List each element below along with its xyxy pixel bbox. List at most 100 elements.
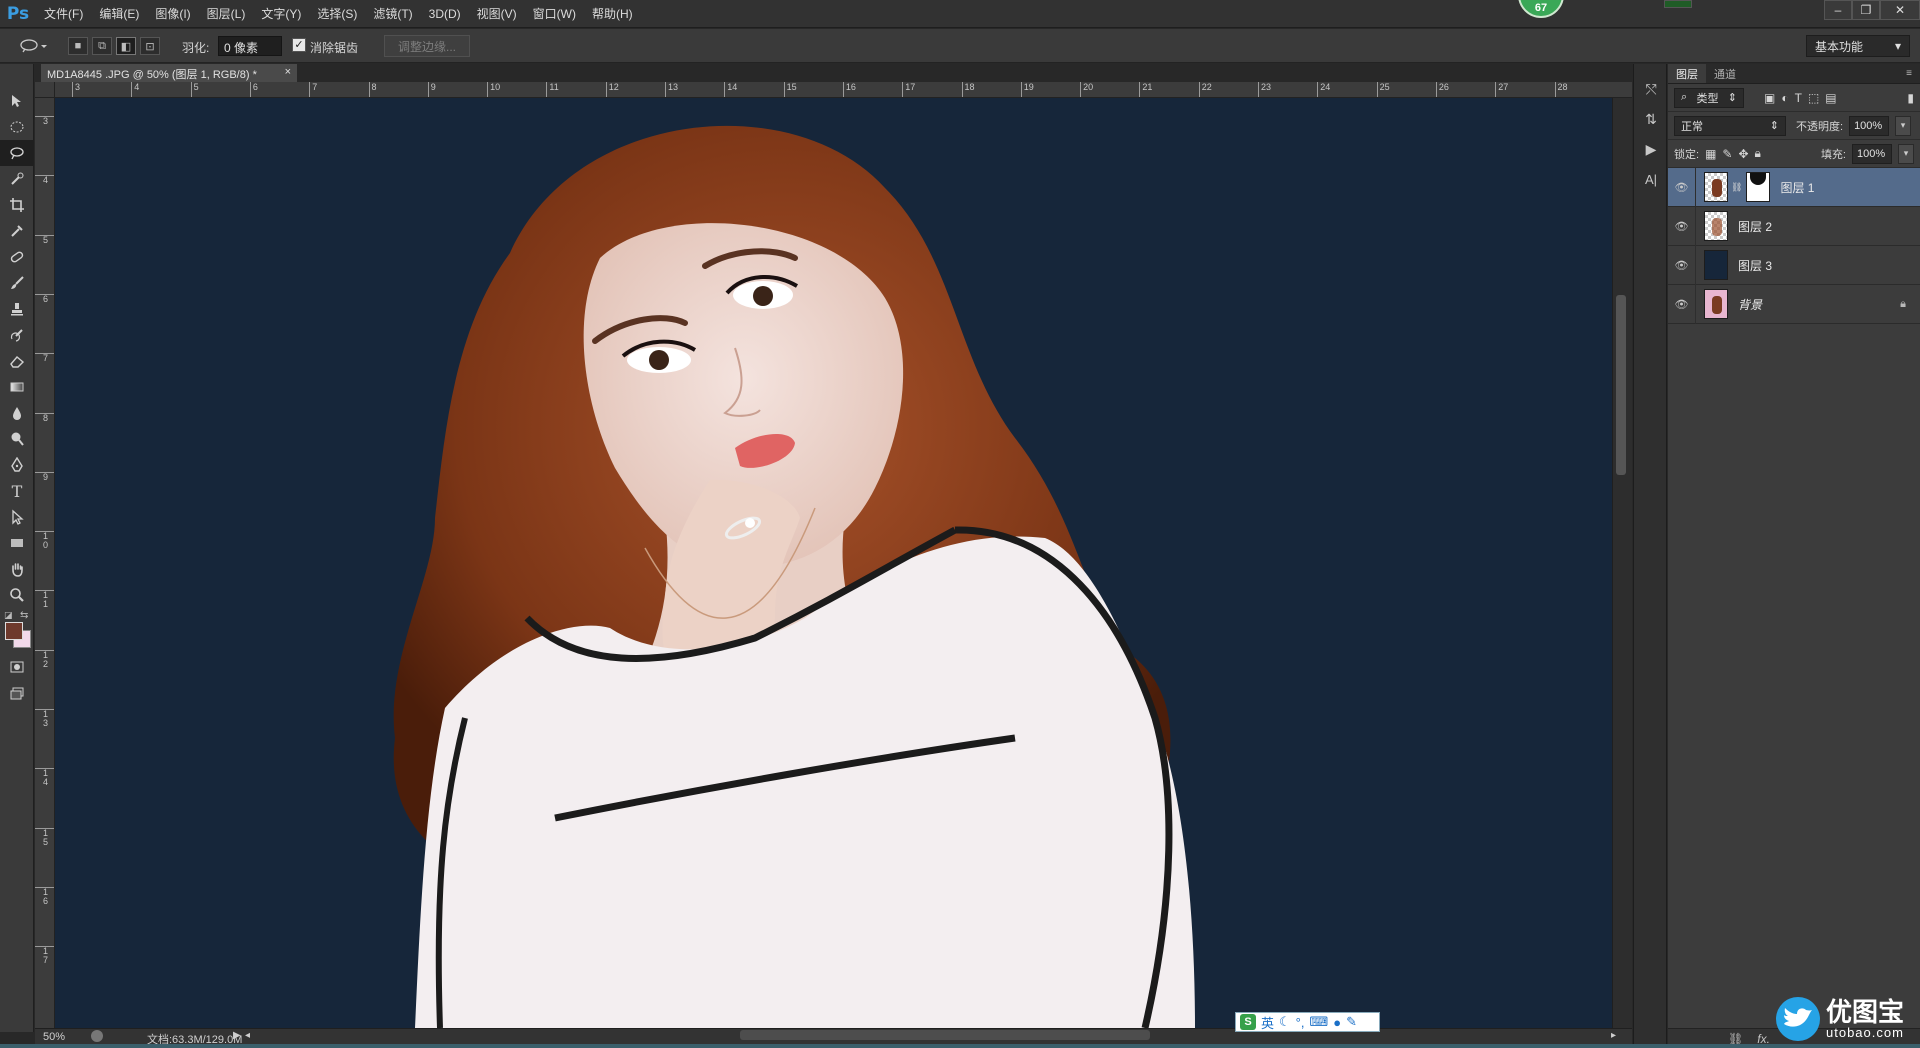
layer-name[interactable]: 图层 3 (1738, 257, 1772, 274)
lock-transparency-icon[interactable]: ▦ (1705, 147, 1716, 161)
close-tab-icon[interactable]: × (285, 66, 291, 80)
actions-panel-icon[interactable]: ▶ (1634, 134, 1668, 164)
zoom-level[interactable]: 50% (43, 1031, 65, 1043)
lasso-tool-icon[interactable] (0, 140, 34, 166)
layer-row-layer3[interactable]: 👁︎ 图层 3 (1668, 245, 1920, 285)
menu-filter[interactable]: 滤镜(T) (365, 5, 420, 22)
fill-dropdown-icon[interactable]: ▾ (1898, 143, 1914, 164)
menu-3d[interactable]: 3D(D) (421, 7, 469, 21)
ime-toolbar[interactable]: S 英 ☾ °, ⌨ ● ✎ (1235, 1012, 1380, 1032)
menu-image[interactable]: 图像(I) (147, 5, 198, 22)
swap-colors-icon[interactable]: ⇆ (20, 610, 28, 621)
layer-row-background[interactable]: 👁︎ 背景 🔒︎ (1668, 284, 1920, 324)
blur-tool-icon[interactable] (0, 400, 34, 426)
zoom-tool-icon[interactable] (0, 582, 34, 608)
eraser-tool-icon[interactable] (0, 348, 34, 374)
wrench-icon[interactable]: ✎ (1346, 1014, 1357, 1030)
vertical-ruler[interactable]: 3 4 5 6 7 8 9 1 0 1 1 1 2 1 3 1 4 1 5 1 6 1 7 (35, 98, 55, 1028)
vertical-scrollbar[interactable] (1612, 98, 1632, 1028)
keyboard-icon[interactable]: ⌨ (1309, 1014, 1328, 1030)
hand-tool-icon[interactable] (0, 556, 34, 582)
opacity-input[interactable]: 100% (1849, 115, 1890, 136)
clone-stamp-tool-icon[interactable] (0, 296, 34, 322)
rectangle-tool-icon[interactable] (0, 530, 34, 556)
layer-row-layer1[interactable]: 👁︎ ⛓ 图层 1 (1668, 167, 1920, 207)
lock-all-icon[interactable]: 🔒︎ (1755, 146, 1761, 161)
status-menu-arrow-icon[interactable]: ▶ (233, 1030, 241, 1041)
minimize-button[interactable]: – (1824, 0, 1852, 20)
visibility-eye-icon[interactable]: 👁︎ (1668, 284, 1696, 324)
refine-edge-button[interactable]: 调整边缘... (384, 35, 470, 57)
eyedropper-tool-icon[interactable] (0, 218, 34, 244)
new-selection-button[interactable]: ■ (68, 37, 88, 55)
lock-position-icon[interactable]: ✥ (1738, 147, 1748, 161)
screen-mode-icon[interactable] (0, 680, 34, 706)
move-tool-icon[interactable] (0, 88, 34, 114)
ime-mode[interactable]: 英 (1261, 1013, 1274, 1032)
properties-panel-icon[interactable]: ⇅ (1634, 104, 1668, 134)
menu-type[interactable]: 文字(Y) (253, 5, 309, 22)
dodge-tool-icon[interactable] (0, 426, 34, 452)
menu-view[interactable]: 视图(V) (469, 5, 525, 22)
intersect-selection-button[interactable]: ⊡ (140, 37, 160, 55)
fill-input[interactable]: 100% (1852, 143, 1892, 164)
history-panel-icon[interactable]: ⤲ (1634, 74, 1668, 104)
mask-link-icon[interactable]: ⛓ (1731, 182, 1742, 193)
layer-name[interactable]: 背景 (1738, 296, 1762, 313)
panel-menu-icon[interactable]: ≡ (1906, 68, 1912, 79)
ruler-origin[interactable] (35, 82, 55, 98)
smart-object-filter-icon[interactable]: ▤ (1825, 91, 1836, 105)
visibility-eye-icon[interactable]: 👁︎ (1668, 206, 1696, 246)
menu-file[interactable]: 文件(F) (36, 5, 91, 22)
brush-tool-icon[interactable] (0, 270, 34, 296)
feather-input[interactable]: 0 像素 (218, 36, 282, 56)
tab-layers[interactable]: 图层 (1668, 64, 1706, 83)
filter-toggle-icon[interactable]: ▮ (1907, 91, 1914, 105)
subtract-selection-button[interactable]: ◧ (116, 37, 136, 55)
menu-help[interactable]: 帮助(H) (584, 5, 641, 22)
document-canvas[interactable] (55, 98, 1612, 1028)
pen-tool-icon[interactable] (0, 452, 34, 478)
restore-button[interactable]: ❐ (1852, 0, 1880, 20)
scroll-right-arrow-icon[interactable]: ▸ (1611, 1030, 1616, 1041)
healing-brush-tool-icon[interactable] (0, 244, 34, 270)
workspace-select[interactable]: 基本功能 ▾ (1806, 35, 1910, 57)
type-tool-icon[interactable]: T (0, 478, 34, 504)
visibility-eye-icon[interactable]: 👁︎ (1668, 167, 1696, 207)
opacity-dropdown-icon[interactable]: ▾ (1895, 115, 1912, 136)
crop-tool-icon[interactable] (0, 192, 34, 218)
path-selection-tool-icon[interactable] (0, 504, 34, 530)
filter-kind-select[interactable]: ⌕ 类型 ⇕ (1674, 87, 1744, 108)
menu-layer[interactable]: 图层(L) (199, 5, 254, 22)
character-panel-icon[interactable]: A| (1634, 164, 1668, 194)
quick-selection-tool-icon[interactable] (0, 166, 34, 192)
adjustment-filter-icon[interactable]: ◐ (1781, 91, 1788, 105)
lasso-preset-icon[interactable] (14, 35, 54, 57)
horizontal-scroll-thumb[interactable] (740, 1030, 1150, 1040)
antialias-checkbox[interactable]: ✓ (292, 38, 306, 52)
history-brush-tool-icon[interactable] (0, 322, 34, 348)
default-colors-icon[interactable]: ◪ (4, 610, 13, 621)
close-button[interactable]: ✕ (1880, 0, 1920, 20)
blend-mode-select[interactable]: 正常 ⇕ (1674, 115, 1786, 136)
gradient-tool-icon[interactable] (0, 374, 34, 400)
shape-filter-icon[interactable]: ⬚ (1808, 91, 1819, 105)
layer-mask-thumbnail[interactable] (1746, 172, 1771, 202)
menu-window[interactable]: 窗口(W) (525, 5, 584, 22)
tab-channels[interactable]: 通道 (1706, 64, 1744, 83)
document-tab[interactable]: MD1A8445 .JPG @ 50% (图层 1, RGB/8) * × (41, 64, 297, 82)
status-info-icon[interactable] (91, 1030, 103, 1042)
pixel-filter-icon[interactable]: ▣ (1764, 91, 1775, 105)
menu-edit[interactable]: 编辑(E) (91, 5, 147, 22)
scroll-left-arrow-icon[interactable]: ◂ (245, 1030, 250, 1041)
lock-pixels-icon[interactable]: ✎ (1722, 147, 1732, 161)
layer-name[interactable]: 图层 2 (1738, 218, 1772, 235)
layer-name[interactable]: 图层 1 (1780, 179, 1814, 196)
user-icon[interactable]: ● (1333, 1015, 1341, 1030)
quick-mask-icon[interactable] (0, 654, 34, 680)
foreground-color-swatch[interactable] (5, 622, 23, 640)
moon-icon[interactable]: ☾ (1279, 1014, 1291, 1030)
vertical-scroll-thumb[interactable] (1616, 295, 1626, 475)
type-filter-icon[interactable]: T (1795, 91, 1802, 105)
menu-select[interactable]: 选择(S) (309, 5, 365, 22)
